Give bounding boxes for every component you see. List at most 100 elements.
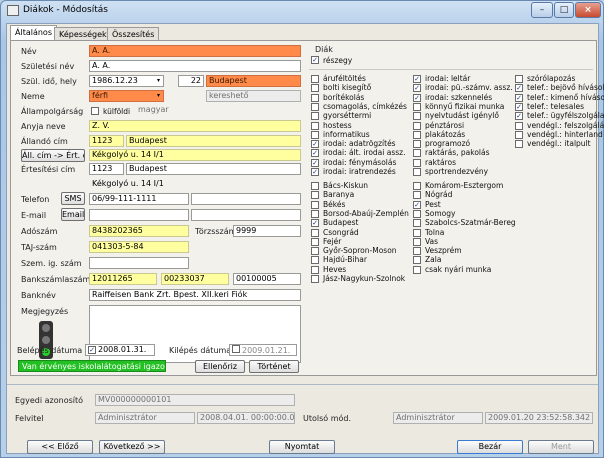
skills-col2-checkbox[interactable] bbox=[413, 102, 421, 111]
next-button[interactable]: Következő >> bbox=[99, 440, 165, 454]
skills-col2-checkbox[interactable]: ✓ bbox=[413, 75, 421, 83]
skills-col3-checkbox[interactable]: ✓ bbox=[515, 102, 523, 111]
skills-col1-checkbox[interactable] bbox=[311, 75, 319, 83]
reszegy-checkbox[interactable]: ✓ bbox=[311, 56, 319, 64]
counties-col1-checkbox[interactable] bbox=[311, 275, 319, 283]
foreign-checkbox[interactable] bbox=[91, 107, 99, 115]
skills-col2-checkbox[interactable]: ✓ bbox=[413, 93, 421, 102]
copy-address-button[interactable]: Áll. cím -> Ért. cím bbox=[21, 149, 85, 162]
history-button[interactable]: Történet bbox=[249, 360, 299, 373]
skills-col3-checkbox[interactable]: ✓ bbox=[515, 84, 523, 93]
gender-dropdown-icon[interactable]: ▾ bbox=[154, 91, 163, 101]
bank-account-1-field[interactable]: 12011265 bbox=[89, 273, 157, 285]
entry-date-field[interactable]: ✓ 2008.01.31. bbox=[85, 344, 155, 356]
mother-name-field[interactable]: Z. V. bbox=[89, 120, 301, 132]
tab-general[interactable]: Általános bbox=[10, 25, 57, 41]
counties-col2-checkbox[interactable] bbox=[413, 228, 421, 237]
skills-col3-checkbox[interactable] bbox=[515, 140, 523, 149]
maximize-button[interactable]: □ bbox=[554, 2, 574, 18]
email-field[interactable] bbox=[89, 209, 189, 221]
check-button[interactable]: Ellenőriz bbox=[195, 360, 245, 373]
skills-col2-checkbox[interactable]: ✓ bbox=[413, 84, 421, 93]
counties-col2-checkbox[interactable] bbox=[413, 247, 421, 256]
counties-col1-checkbox[interactable] bbox=[311, 228, 319, 237]
birth-place-field[interactable]: Budapest bbox=[206, 75, 301, 87]
skills-col1-checkbox[interactable] bbox=[311, 112, 319, 121]
bank-name-field[interactable]: Raiffeisen Bank Zrt. Bpest. XII.keri Fió… bbox=[89, 289, 301, 301]
counties-col2-checkbox[interactable] bbox=[413, 219, 421, 228]
birth-name-field[interactable]: A. A. bbox=[89, 60, 301, 72]
print-button[interactable]: Nyomtat bbox=[269, 440, 335, 454]
counties-col1-checkbox[interactable] bbox=[311, 265, 319, 274]
counties-col1-label: Békés bbox=[323, 199, 346, 209]
skills-col2-checkbox[interactable] bbox=[413, 121, 421, 130]
gender-select[interactable]: férfi bbox=[89, 90, 164, 102]
counties-col2-checkbox[interactable] bbox=[413, 209, 421, 218]
mailing-street-field[interactable]: Kékgolyó u. 14 I/1 bbox=[89, 178, 301, 190]
counties-col2-checkbox[interactable] bbox=[413, 265, 421, 274]
minimize-button[interactable]: – bbox=[531, 2, 553, 18]
tax-number-field[interactable]: 8438202365 bbox=[89, 225, 189, 237]
previous-button[interactable]: << Előző bbox=[27, 440, 93, 454]
permanent-street-field[interactable]: Kékgolyó u. 14 I/1 bbox=[89, 149, 301, 161]
skills-col3-checkbox[interactable]: ✓ bbox=[515, 112, 523, 121]
skills-col1-checkbox[interactable]: ✓ bbox=[311, 140, 319, 149]
skills-col3-checkbox[interactable] bbox=[515, 130, 523, 139]
counties-col1-checkbox[interactable]: ✓ bbox=[311, 219, 319, 228]
phone2-field[interactable] bbox=[191, 193, 301, 205]
registry-number-field[interactable]: 9999 bbox=[233, 225, 301, 237]
skills-col1-checkbox[interactable]: ✓ bbox=[311, 168, 319, 176]
bank-account-2-field[interactable]: 00233037 bbox=[161, 273, 229, 285]
name-field[interactable]: A. A. bbox=[89, 45, 301, 57]
mailing-city-field[interactable]: Budapest bbox=[126, 163, 301, 175]
counties-col2-checkbox[interactable] bbox=[413, 182, 421, 190]
bank-account-3-field[interactable]: 00100005 bbox=[233, 273, 301, 285]
birth-place-code-field[interactable]: 22 bbox=[178, 75, 204, 87]
skills-col3-checkbox[interactable]: ✓ bbox=[515, 93, 523, 102]
close-window-button[interactable]: × bbox=[575, 2, 601, 18]
skills-col2-checkbox[interactable] bbox=[413, 140, 421, 149]
email-button[interactable]: Email bbox=[61, 208, 85, 221]
counties-col1-checkbox[interactable] bbox=[311, 209, 319, 218]
tab-skills[interactable]: Képességek bbox=[54, 27, 112, 41]
counties-col2-checkbox[interactable]: ✓ bbox=[413, 200, 421, 209]
skills-col1-checkbox[interactable]: ✓ bbox=[311, 149, 319, 158]
skills-col2-checkbox[interactable] bbox=[413, 130, 421, 139]
counties-col1-checkbox[interactable] bbox=[311, 182, 319, 190]
counties-col1-checkbox[interactable] bbox=[311, 256, 319, 265]
phone-field[interactable]: 06/99-111-1111 bbox=[89, 193, 189, 205]
close-button[interactable]: Bezár bbox=[457, 440, 523, 454]
tab-summary[interactable]: Összesítés bbox=[107, 27, 160, 41]
email2-field[interactable] bbox=[191, 209, 301, 221]
counties-col2-checkbox[interactable] bbox=[413, 237, 421, 246]
birth-date-field[interactable]: 1986.12.23 bbox=[89, 75, 164, 87]
skills-col2-checkbox[interactable] bbox=[413, 112, 421, 121]
sms-button[interactable]: SMS bbox=[61, 192, 85, 205]
skills-col2-checkbox[interactable] bbox=[413, 149, 421, 158]
skills-col1-checkbox[interactable]: ✓ bbox=[311, 158, 319, 167]
skills-col1-checkbox[interactable] bbox=[311, 93, 319, 102]
permanent-city-field[interactable]: Budapest bbox=[126, 135, 301, 147]
permanent-zip-field[interactable]: 1123 bbox=[89, 135, 124, 147]
counties-col1-checkbox[interactable] bbox=[311, 200, 319, 209]
skills-col3-checkbox[interactable] bbox=[515, 121, 523, 130]
skills-col3-checkbox[interactable] bbox=[515, 75, 523, 83]
mailing-zip-field[interactable]: 1123 bbox=[89, 163, 124, 175]
counties-col1-checkbox[interactable] bbox=[311, 191, 319, 200]
taj-field[interactable]: 041303-5-84 bbox=[89, 241, 189, 253]
exit-date-field[interactable]: 2009.01.21. bbox=[229, 344, 297, 356]
skills-col1-checkbox[interactable] bbox=[311, 84, 319, 93]
counties-col1-checkbox[interactable] bbox=[311, 247, 319, 256]
skills-col1-checkbox[interactable] bbox=[311, 102, 319, 111]
save-button[interactable]: Ment bbox=[528, 440, 594, 454]
skills-col2-checkbox[interactable] bbox=[413, 168, 421, 176]
skills-col1-checkbox[interactable] bbox=[311, 121, 319, 130]
counties-col1-label: Heves bbox=[323, 264, 347, 274]
counties-col2-checkbox[interactable] bbox=[413, 191, 421, 200]
id-card-field[interactable] bbox=[89, 257, 189, 269]
counties-col2-checkbox[interactable] bbox=[413, 256, 421, 265]
calendar-dropdown-icon[interactable]: ▾ bbox=[154, 76, 163, 86]
counties-col1-checkbox[interactable] bbox=[311, 237, 319, 246]
skills-col1-checkbox[interactable] bbox=[311, 130, 319, 139]
skills-col2-checkbox[interactable] bbox=[413, 158, 421, 167]
